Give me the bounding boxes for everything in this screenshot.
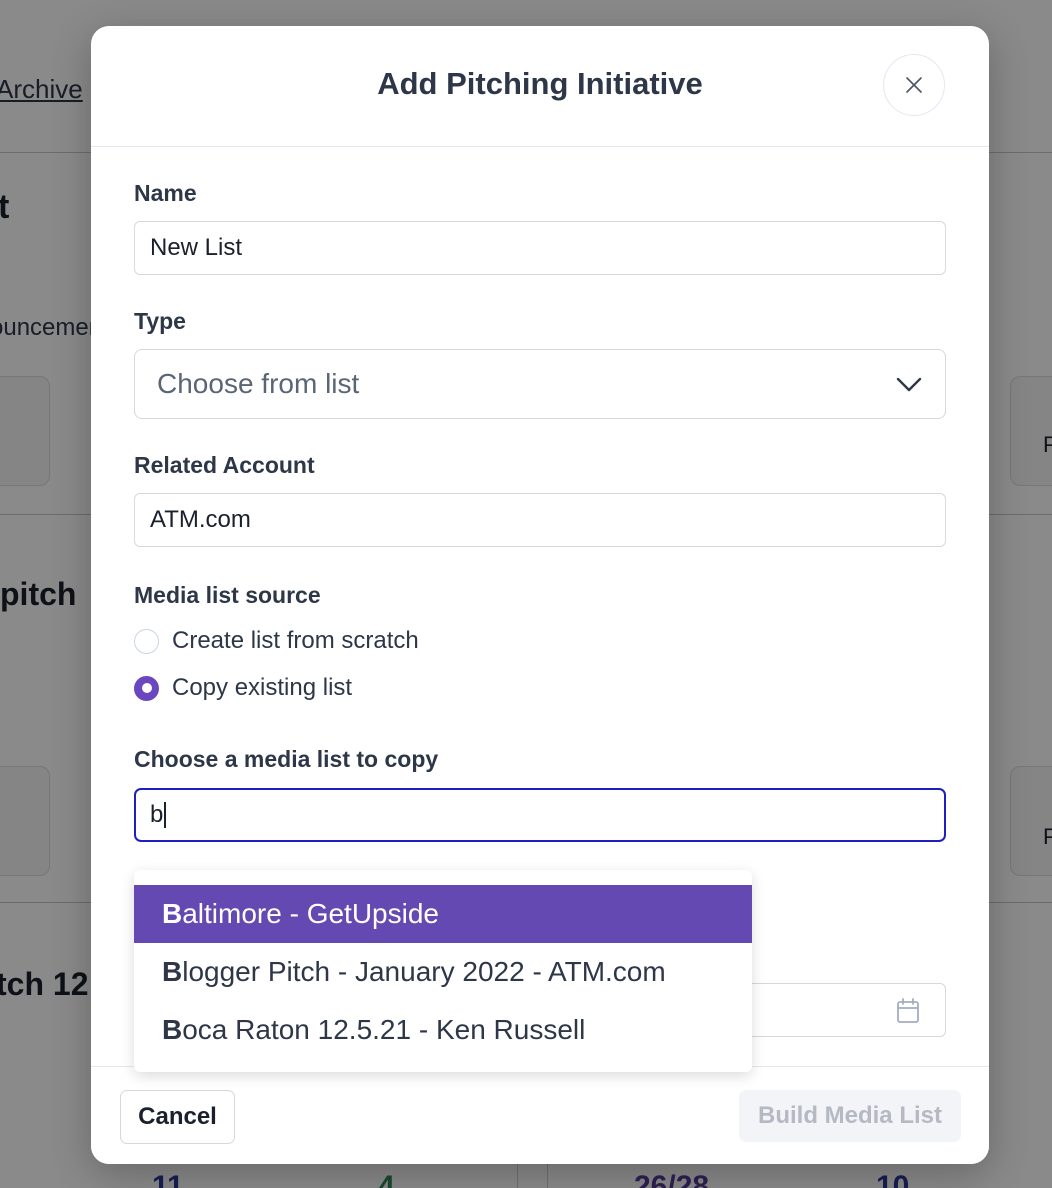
cancel-button[interactable]: Cancel (120, 1090, 235, 1144)
match-highlight: B (162, 898, 183, 929)
chevron-down-icon (896, 377, 922, 392)
option-text: oca Raton 12.5.21 - Ken Russell (182, 1014, 586, 1045)
radio-copy-existing[interactable]: Copy existing list (134, 674, 352, 702)
type-select-placeholder: Choose from list (157, 368, 360, 399)
media-list-dropdown: Baltimore - GetUpside Blogger Pitch - Ja… (134, 870, 752, 1072)
radio-create-from-scratch[interactable]: Create list from scratch (134, 627, 419, 655)
dropdown-option[interactable]: Boca Raton 12.5.21 - Ken Russell (134, 1001, 752, 1059)
option-text: altimore - GetUpside (182, 898, 439, 929)
modal-footer: Cancel Build Media List (91, 1066, 989, 1164)
radio-button[interactable] (134, 628, 159, 654)
modal-header: Add Pitching Initiative (91, 26, 989, 147)
radio-label: Create list from scratch (172, 627, 419, 654)
match-highlight: B (162, 1014, 183, 1045)
calendar-icon (897, 998, 919, 1023)
name-label: Name (134, 180, 197, 206)
media-list-source-label: Media list source (134, 582, 321, 608)
copy-list-label: Choose a media list to copy (134, 746, 439, 772)
copy-list-search-value: b (150, 801, 164, 828)
close-icon (906, 77, 922, 93)
close-button[interactable] (883, 54, 945, 116)
text-caret (164, 802, 166, 828)
copy-list-search-input[interactable]: b (134, 788, 946, 842)
modal-title: Add Pitching Initiative (377, 66, 703, 101)
radio-label: Copy existing list (172, 674, 353, 701)
type-select[interactable]: Choose from list (134, 349, 946, 419)
name-input[interactable]: New List (134, 221, 946, 275)
option-text: logger Pitch - January 2022 - ATM.com (182, 956, 666, 987)
match-highlight: B (162, 956, 183, 987)
dropdown-option[interactable]: Blogger Pitch - January 2022 - ATM.com (134, 943, 752, 1001)
related-account-label: Related Account (134, 452, 315, 478)
related-account-input[interactable]: ATM.com (134, 493, 946, 547)
type-label: Type (134, 308, 186, 334)
radio-button-checked[interactable] (134, 675, 159, 701)
dropdown-option[interactable]: Baltimore - GetUpside (134, 885, 752, 943)
build-media-list-button[interactable]: Build Media List (739, 1090, 961, 1142)
